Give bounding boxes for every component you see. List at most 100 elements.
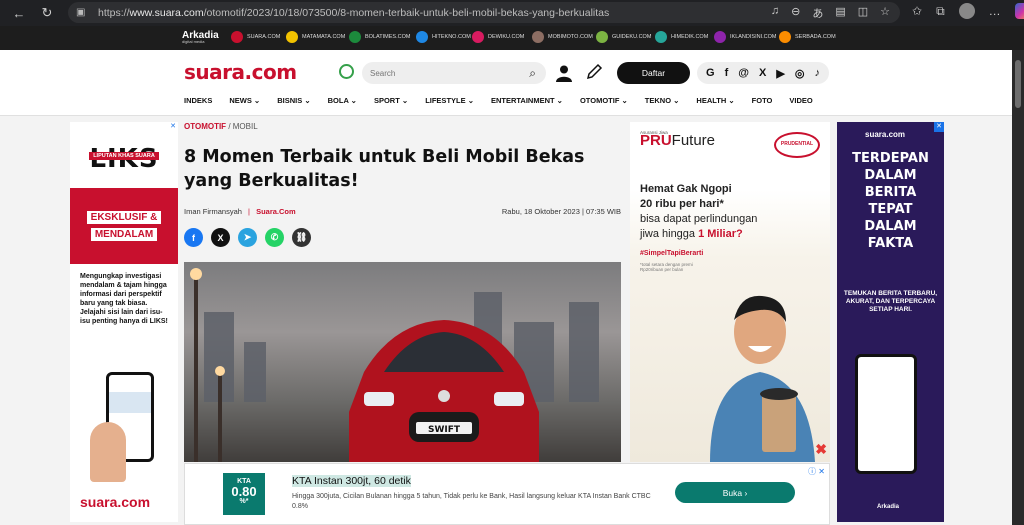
site-logo-icon bbox=[779, 31, 791, 43]
network-site-7[interactable]: HIMEDIK.COM bbox=[655, 31, 708, 43]
menu-item-indeks[interactable]: INDEKS bbox=[184, 96, 212, 105]
menu-item-foto[interactable]: FOTO bbox=[752, 96, 773, 105]
ad-banner-kta[interactable]: KTA 0.80 %* KTA Instan 300jt, 60 detik H… bbox=[184, 463, 830, 525]
reload-icon[interactable]: ↻ bbox=[36, 2, 58, 24]
menu-item-bola[interactable]: BOLA ⌄ bbox=[328, 96, 357, 105]
network-site-0[interactable]: SUARA.COM bbox=[231, 31, 280, 43]
chevron-down-icon: ⌄ bbox=[726, 96, 735, 105]
close-ad-icon[interactable]: ✖ bbox=[815, 441, 827, 458]
main-menu: INDEKS NEWS ⌄ BISNIS ⌄ BOLA ⌄ SPORT ⌄ LIFESTY… bbox=[184, 96, 830, 105]
car-image: SWIFT bbox=[349, 320, 539, 462]
menu-item-news[interactable]: NEWS ⌄ bbox=[229, 96, 260, 105]
source-link[interactable]: Suara.Com bbox=[256, 207, 296, 216]
site-logo-icon bbox=[532, 31, 544, 43]
split-icon[interactable]: ◫ bbox=[858, 5, 868, 21]
facebook-icon[interactable]: f bbox=[725, 67, 729, 79]
address-bar[interactable]: ▣ https://www.suara.com/otomotif/2023/10… bbox=[68, 2, 900, 23]
copilot-icon[interactable] bbox=[1014, 3, 1024, 19]
site-info-icon[interactable]: ▣ bbox=[76, 7, 90, 18]
liks-label-2: MENDALAM bbox=[90, 228, 158, 241]
tiktok-icon[interactable]: ♪ bbox=[814, 67, 820, 79]
bell-icon[interactable]: ♫ bbox=[771, 5, 779, 21]
network-site-4[interactable]: DEWIKU.COM bbox=[472, 31, 524, 43]
network-site-9[interactable]: SERBADA.COM bbox=[779, 31, 836, 43]
zoom-icon[interactable]: ⊖ bbox=[791, 5, 800, 21]
arkadia-logo[interactable]: Arkadia digital media bbox=[182, 30, 219, 44]
share-buttons: f X ➤ ✆ ⛓ bbox=[184, 228, 624, 247]
ad-prudential[interactable]: Asuransi Jiwa PRUFuture PRUDENTIAL Hemat… bbox=[630, 122, 830, 462]
pru-headline: Hemat Gak Ngopi 20 ribu per hari* bisa d… bbox=[640, 183, 758, 240]
translate-icon[interactable]: あ bbox=[812, 5, 823, 21]
favorite-star-icon[interactable]: ☆ bbox=[880, 5, 890, 21]
ad-suara[interactable]: ✕ suara.com TERDEPAN DALAM BERITA TEPAT DALA… bbox=[837, 122, 944, 522]
google-news-icon[interactable]: G bbox=[706, 67, 715, 79]
breadcrumb-subcategory[interactable]: / MOBIL bbox=[228, 122, 257, 131]
social-links: Gf @ X ▶ ◎ ♪ bbox=[697, 62, 829, 84]
register-button[interactable]: Daftar bbox=[617, 62, 690, 84]
liks-label-1: EKSKLUSIF & bbox=[86, 211, 162, 224]
liks-description: Mengungkap investigasi mendalam & tajam … bbox=[80, 273, 168, 325]
back-icon[interactable]: ← bbox=[8, 2, 30, 24]
reader-icon[interactable]: ▤ bbox=[835, 5, 845, 21]
menu-item-tekno[interactable]: TEKNO ⌄ bbox=[645, 96, 680, 105]
publish-date: Rabu, 18 Oktober 2023 | 07:35 WIB bbox=[501, 207, 621, 216]
ad-info-icon[interactable]: ✕ bbox=[168, 122, 178, 132]
copy-link-share-icon[interactable]: ⛓ bbox=[292, 228, 311, 247]
ad-suara-sub: TEMUKAN BERITA TERBARU, AKURAT, DAN TERP… bbox=[843, 290, 938, 313]
network-site-3[interactable]: HITEKNO.COM bbox=[416, 31, 471, 43]
favorites-icon[interactable]: ✩ bbox=[912, 4, 922, 18]
facebook-share-icon[interactable]: f bbox=[184, 228, 203, 247]
ad-liks[interactable]: ✕ LIKS LIPUTAN KHAS SUARA EKSKLUSIF & ME… bbox=[70, 122, 178, 522]
site-logo-icon bbox=[596, 31, 608, 43]
write-icon[interactable] bbox=[585, 63, 603, 81]
collections-icon[interactable]: ⧉ bbox=[936, 4, 945, 19]
pru-hashtag: #SimpelTapiBerarti bbox=[640, 250, 704, 257]
ad-suara-brand: suara.com bbox=[865, 130, 906, 139]
menu-item-otomotif[interactable]: OTOMOTIF ⌄ bbox=[580, 96, 628, 105]
open-ad-button[interactable]: Buka › bbox=[675, 482, 795, 503]
network-site-2[interactable]: BOLATIMES.COM bbox=[349, 31, 410, 43]
ad-choices-icon[interactable]: ⓘ ✕ bbox=[808, 466, 825, 477]
ad-title[interactable]: KTA Instan 300jt, 60 detik bbox=[292, 475, 411, 487]
article-photo: SWIFT bbox=[184, 262, 621, 462]
chevron-down-icon: ⌄ bbox=[465, 96, 474, 105]
youtube-icon[interactable]: ▶ bbox=[776, 67, 784, 80]
browser-toolbar: ← ↻ ▣ https://www.suara.com/otomotif/202… bbox=[0, 0, 1024, 26]
network-bar: Arkadia digital media SUARA.COM MATAMATA.C… bbox=[0, 26, 1024, 50]
menu-item-sport[interactable]: SPORT ⌄ bbox=[374, 96, 408, 105]
search-icon[interactable]: ⌕ bbox=[529, 66, 536, 81]
menu-item-lifestyle[interactable]: LIFESTYLE ⌄ bbox=[425, 96, 474, 105]
breadcrumb-category[interactable]: OTOMOTIF bbox=[184, 122, 226, 131]
phone-image-right bbox=[855, 354, 917, 474]
menu-item-bisnis[interactable]: BISNIS ⌄ bbox=[277, 96, 310, 105]
x-share-icon[interactable]: X bbox=[211, 228, 230, 247]
menu-item-health[interactable]: HEALTH ⌄ bbox=[696, 96, 734, 105]
instagram-icon[interactable]: ◎ bbox=[795, 67, 805, 80]
menu-item-entertainment[interactable]: ENTERTAINMENT ⌄ bbox=[491, 96, 563, 105]
network-site-6[interactable]: GUIDEKU.COM bbox=[596, 31, 651, 43]
chevron-down-icon: ⌄ bbox=[399, 96, 409, 105]
threads-icon[interactable]: @ bbox=[738, 67, 749, 79]
url-text: https://www.suara.com/otomotif/2023/10/1… bbox=[98, 6, 610, 19]
chevron-down-icon: ⌄ bbox=[251, 96, 261, 105]
ad-description: Hingga 300juta, Cicilan Bulanan hingga 5… bbox=[292, 493, 651, 510]
menu-item-video[interactable]: VIDEO bbox=[789, 96, 812, 105]
search-input[interactable] bbox=[370, 68, 520, 78]
suara-logo[interactable]: suara.com bbox=[184, 60, 297, 84]
prudential-logo: PRUDENTIAL bbox=[774, 132, 820, 158]
author-name[interactable]: Iman Firmansyah bbox=[184, 207, 242, 216]
chevron-down-icon: ⌄ bbox=[348, 96, 357, 105]
whatsapp-share-icon[interactable]: ✆ bbox=[265, 228, 284, 247]
ad-info-icon-right[interactable]: ✕ bbox=[934, 122, 944, 132]
search-box[interactable]: ⌕ bbox=[362, 62, 546, 84]
telegram-share-icon[interactable]: ➤ bbox=[238, 228, 257, 247]
network-site-1[interactable]: MATAMATA.COM bbox=[286, 31, 345, 43]
network-site-8[interactable]: IKLANDISINI.COM bbox=[714, 31, 776, 43]
person-image bbox=[710, 295, 815, 462]
network-site-5[interactable]: MOBIMOTO.COM bbox=[532, 31, 593, 43]
menu-dots-icon[interactable]: … bbox=[989, 4, 1001, 18]
x-icon[interactable]: X bbox=[759, 67, 766, 79]
user-icon[interactable] bbox=[555, 64, 573, 82]
scrollbar[interactable] bbox=[1012, 50, 1024, 525]
profile-avatar[interactable] bbox=[958, 3, 975, 19]
